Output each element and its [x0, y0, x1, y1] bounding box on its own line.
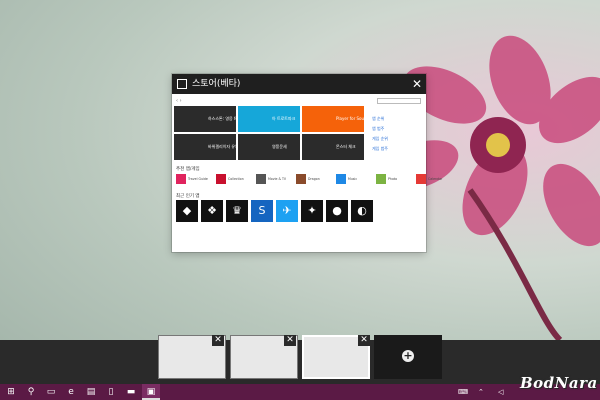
store-search-input[interactable] — [377, 98, 421, 104]
popular-app-tile[interactable]: ♛ — [226, 200, 248, 222]
app-icon — [416, 174, 426, 184]
featured-label: 영풍운세 — [272, 144, 287, 149]
app-name: Photo — [388, 177, 398, 181]
popular-app-tile[interactable]: ❖ — [201, 200, 223, 222]
add-desktop-button[interactable]: + — [374, 335, 442, 379]
taskbar: ⊞ ⚲ ▭ e ▤ ▯ ▬ ▣ ⌨ ⌃ ◁ — [0, 384, 600, 400]
recommended-app[interactable]: Movie & TV — [256, 174, 293, 184]
search-icon[interactable]: ⚲ — [22, 384, 40, 400]
start-button[interactable]: ⊞ — [2, 384, 20, 400]
terminal-icon[interactable]: ▬ — [122, 384, 140, 400]
window-titlebar[interactable]: 스토어(베타) — [172, 74, 426, 94]
desktop-close-button[interactable]: ✕ — [284, 335, 296, 346]
recommended-app[interactable]: Photo — [376, 174, 413, 184]
popular-app-tile[interactable]: ● — [326, 200, 348, 222]
popular-app-tile[interactable]: ✦ — [301, 200, 323, 222]
recommended-app[interactable]: Travel Guide — [176, 174, 213, 184]
taskview-icon[interactable]: ▭ — [42, 384, 60, 400]
app-name: Music — [348, 177, 358, 181]
plus-icon: + — [402, 349, 414, 362]
popular-row: ◆ ❖ ♛ S ✈ ✦ ● ◐ — [176, 200, 373, 222]
featured-tile[interactable]: 바위겔리이자 유튜브 — [174, 134, 242, 160]
popular-app-tile[interactable]: ✈ — [276, 200, 298, 222]
app-name: Collection — [228, 177, 244, 181]
recommended-app[interactable]: Dragon — [296, 174, 333, 184]
featured-label: 몬스터 체크 — [336, 144, 356, 149]
explorer-icon[interactable]: ▤ — [82, 384, 100, 400]
popular-app-tile[interactable]: S — [251, 200, 273, 222]
side-link[interactable]: 앱 범주 — [372, 124, 388, 134]
edge-icon[interactable]: e — [62, 384, 80, 400]
section-title: 최근 인기 앱 — [176, 194, 200, 199]
side-link[interactable]: 게임 순위 — [372, 134, 388, 144]
app-icon — [216, 174, 226, 184]
side-link[interactable]: 게임 범주 — [372, 144, 388, 154]
recommended-app[interactable]: Calendar — [416, 174, 453, 184]
featured-tile[interactable]: 아 트로트파크 — [238, 106, 300, 132]
app-icon — [376, 174, 386, 184]
app-icon — [296, 174, 306, 184]
app-icon — [336, 174, 346, 184]
app-icon — [176, 174, 186, 184]
featured-label: 아 트로트파크 — [272, 116, 296, 121]
store-app-icon — [177, 79, 187, 89]
desktop-close-button[interactable]: ✕ — [212, 335, 224, 346]
keyboard-icon[interactable]: ⌨ — [458, 384, 468, 400]
store-window[interactable]: 스토어(베타) ✕ ‹ › 하스스톤: 영웅 for Win 아 트로트파크 P… — [172, 74, 442, 252]
recommended-row: Travel Guide Collection Movie & TV Dragon Mu… — [176, 174, 453, 184]
side-link[interactable]: 앱 순위 — [372, 114, 388, 124]
featured-tile[interactable]: 몬스터 체크 — [302, 134, 364, 160]
tray-arrow-icon[interactable]: ⌃ — [478, 384, 484, 400]
popular-app-tile[interactable]: ◐ — [351, 200, 373, 222]
featured-tile[interactable]: 영풍운세 — [238, 134, 300, 160]
popular-app-tile[interactable]: ◆ — [176, 200, 198, 222]
document-icon[interactable]: ▯ — [102, 384, 120, 400]
featured-tile[interactable]: Player for SoundCloud — [302, 106, 381, 132]
taskview-strip — [0, 340, 600, 384]
app-icon — [256, 174, 266, 184]
section-title: 추천 앱/게임 — [176, 167, 200, 172]
window-title: 스토어(베타) — [192, 79, 241, 89]
desktop-close-button[interactable]: ✕ — [358, 335, 370, 346]
watermark-logo: BodNara — [520, 374, 598, 392]
store-nav-arrows[interactable]: ‹ › — [176, 98, 182, 104]
featured-tile[interactable]: 하스스톤: 영웅 for Win — [174, 106, 248, 132]
app-name: Calendar — [428, 177, 443, 181]
recommended-app[interactable]: Music — [336, 174, 373, 184]
window-close-button[interactable]: ✕ — [410, 77, 424, 91]
store-taskbar-icon[interactable]: ▣ — [142, 384, 160, 400]
app-name: Movie & TV — [268, 177, 287, 181]
volume-icon[interactable]: ◁ — [498, 384, 503, 400]
recommended-app[interactable]: Collection — [216, 174, 253, 184]
app-name: Travel Guide — [188, 177, 208, 181]
store-side-links: 앱 순위 앱 범주 게임 순위 게임 범주 — [372, 114, 388, 154]
store-content: ‹ › 하스스톤: 영웅 for Win 아 트로트파크 Player for … — [172, 94, 442, 252]
app-name: Dragon — [308, 177, 320, 181]
